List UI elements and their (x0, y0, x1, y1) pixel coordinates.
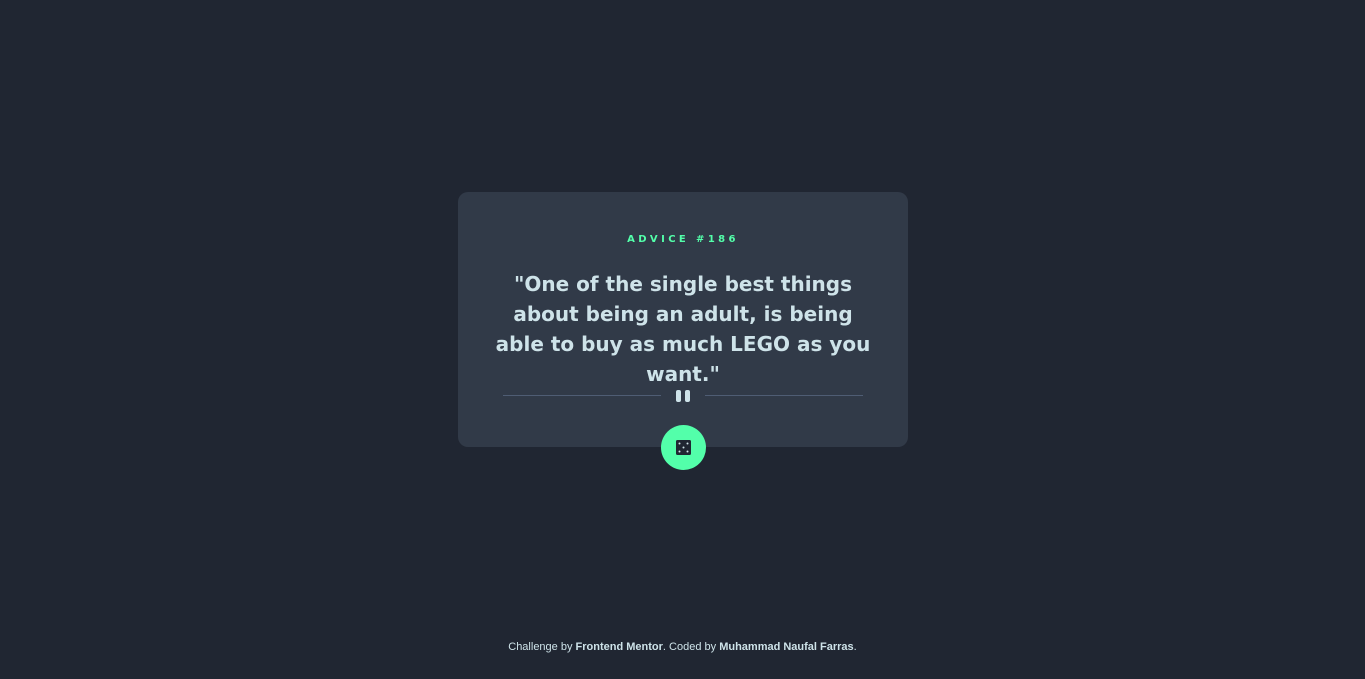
divider-line-left (503, 395, 661, 396)
pause-icon (674, 389, 692, 403)
new-advice-button[interactable] (661, 425, 706, 470)
divider-line-right (705, 395, 863, 396)
frontend-mentor-link[interactable]: Frontend Mentor (576, 641, 663, 653)
pattern-divider (503, 389, 863, 403)
attribution-prefix: Challenge by (508, 641, 576, 653)
attribution-suffix: . (853, 641, 857, 653)
advice-quote: "One of the single best things about bei… (495, 272, 871, 386)
advice-id-label: ADVICE #186 (627, 234, 739, 245)
attribution-middle: . Coded by (662, 641, 720, 653)
author-link[interactable]: Muhammad Naufal Farras (719, 641, 853, 653)
dice-icon (676, 440, 691, 455)
advice-card: ADVICE #186 "One of the single best thin… (458, 192, 908, 447)
attribution: Challenge by Frontend Mentor. Coded by M… (0, 641, 1365, 653)
